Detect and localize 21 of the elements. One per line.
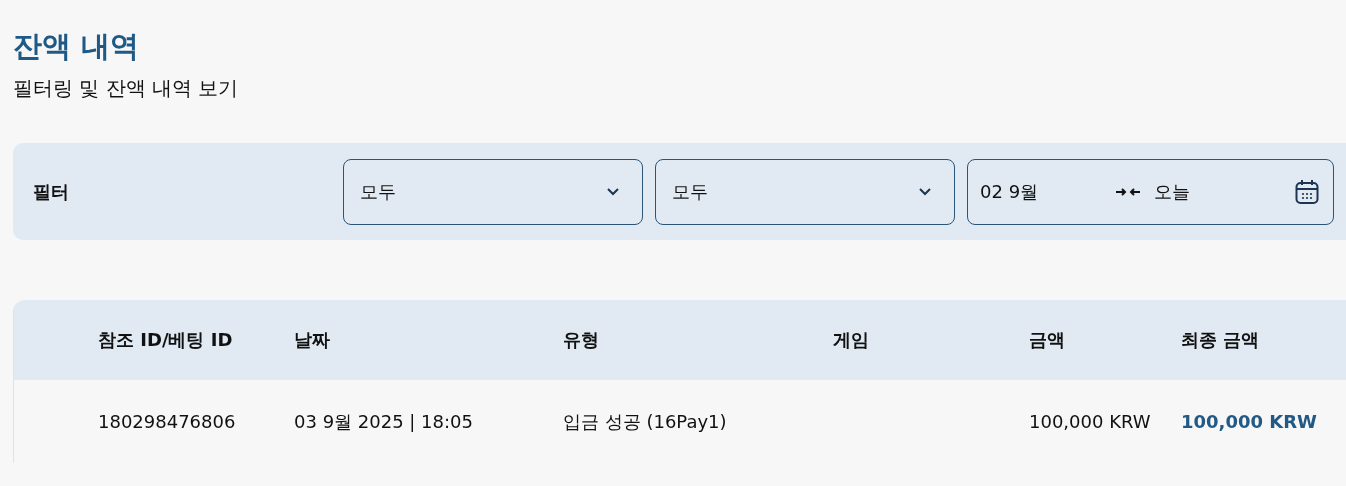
column-header: 참조 ID/베팅 ID [98, 328, 234, 352]
column-header: 유형 [563, 328, 600, 352]
chevron-down-icon [918, 187, 932, 196]
chevron-down-icon [606, 187, 620, 196]
table-cell-text: 100,000 KRW [1029, 411, 1152, 432]
page-title: 잔액 내역 [13, 28, 141, 65]
column-header: 금액 [1029, 328, 1066, 352]
table-cell-text: 03 9월 2025 | 18:05 [294, 409, 474, 434]
date-range-field[interactable]: 02 9월 오늘 [967, 158, 1334, 225]
final-amount-cell-text: 100,000 KRW [1181, 411, 1318, 432]
table-cell-text: 180298476806 [98, 411, 237, 432]
column-header: 최종 금액 [1181, 328, 1261, 352]
dropdown-select[interactable]: 모두 [343, 158, 643, 225]
page-subtitle: 필터링 및 잔액 내역 보기 [13, 75, 240, 102]
dropdown-select[interactable]: 모두 [655, 158, 955, 225]
column-header: 날짜 [294, 328, 331, 352]
filter-label: 필터 [33, 179, 70, 204]
calendar-icon[interactable] [1295, 178, 1319, 205]
table-cell-text: 입금 성공 (16Pay1) [563, 409, 728, 434]
column-header: 게임 [833, 328, 870, 352]
arrows-inward-icon [1116, 186, 1140, 197]
